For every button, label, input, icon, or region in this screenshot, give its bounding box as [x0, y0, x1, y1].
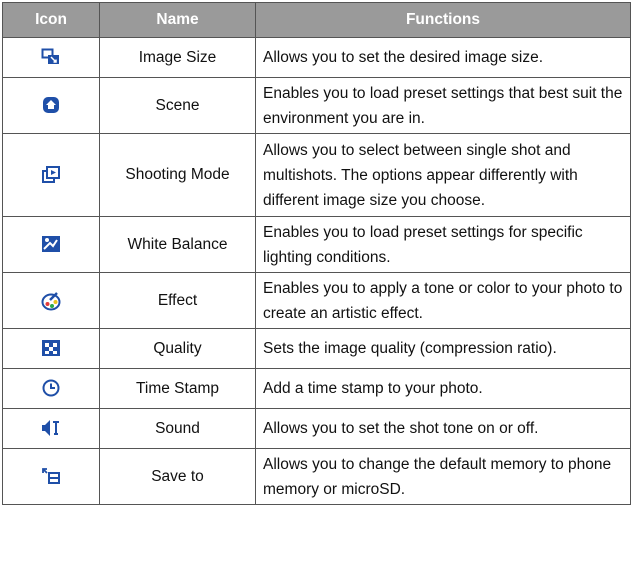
table-row: Quality Sets the image quality (compress…: [2, 328, 631, 369]
save-to-icon: [41, 467, 61, 485]
icon-cell: [2, 77, 100, 134]
row-function: Sets the image quality (compression rati…: [255, 328, 631, 369]
row-function: Add a time stamp to your photo.: [255, 368, 631, 409]
row-function: Allows you to set the desired image size…: [255, 37, 631, 78]
row-name: Effect: [99, 272, 256, 329]
table-row: Sound Allows you to set the shot tone on…: [2, 408, 631, 449]
table-row: White Balance Enables you to load preset…: [2, 216, 631, 273]
icon-cell: [2, 328, 100, 369]
header-functions: Functions: [255, 2, 631, 38]
camera-settings-table-container: Icon Name Functions Image Size Allows yo…: [2, 2, 631, 505]
icon-cell: [2, 37, 100, 78]
image-size-icon: [41, 48, 61, 66]
row-name: Sound: [99, 408, 256, 449]
row-function: Enables you to load preset settings that…: [255, 77, 631, 134]
row-name: Time Stamp: [99, 368, 256, 409]
table-row: Effect Enables you to apply a tone or co…: [2, 272, 631, 329]
row-function: Allows you to select between single shot…: [255, 133, 631, 217]
row-function: Enables you to load preset settings for …: [255, 216, 631, 273]
row-name: Shooting Mode: [99, 133, 256, 217]
row-name: Scene: [99, 77, 256, 134]
icon-cell: [2, 272, 100, 329]
white-balance-icon: [41, 235, 61, 253]
row-function: Enables you to apply a tone or color to …: [255, 272, 631, 329]
row-name: White Balance: [99, 216, 256, 273]
header-name: Name: [99, 2, 256, 38]
row-name: Image Size: [99, 37, 256, 78]
table-row: Image Size Allows you to set the desired…: [2, 37, 631, 78]
icon-cell: [2, 368, 100, 409]
table-row: Shooting Mode Allows you to select betwe…: [2, 133, 631, 217]
icon-cell: [2, 408, 100, 449]
sound-icon: [41, 419, 61, 437]
icon-cell: [2, 448, 100, 505]
quality-icon: [41, 339, 61, 357]
scene-icon: [42, 96, 60, 114]
header-icon: Icon: [2, 2, 100, 38]
row-name: Quality: [99, 328, 256, 369]
effect-icon: [41, 291, 61, 311]
icon-cell: [2, 216, 100, 273]
table-row: Scene Enables you to load preset setting…: [2, 77, 631, 134]
icon-cell: [2, 133, 100, 217]
row-name: Save to: [99, 448, 256, 505]
camera-settings-table: Icon Name Functions Image Size Allows yo…: [2, 2, 631, 505]
row-function: Allows you to set the shot tone on or of…: [255, 408, 631, 449]
table-header-row: Icon Name Functions: [2, 2, 631, 38]
table-row: Time Stamp Add a time stamp to your phot…: [2, 368, 631, 409]
shooting-mode-icon: [41, 165, 61, 185]
row-function: Allows you to change the default memory …: [255, 448, 631, 505]
table-row: Save to Allows you to change the default…: [2, 448, 631, 505]
time-stamp-icon: [42, 379, 60, 397]
